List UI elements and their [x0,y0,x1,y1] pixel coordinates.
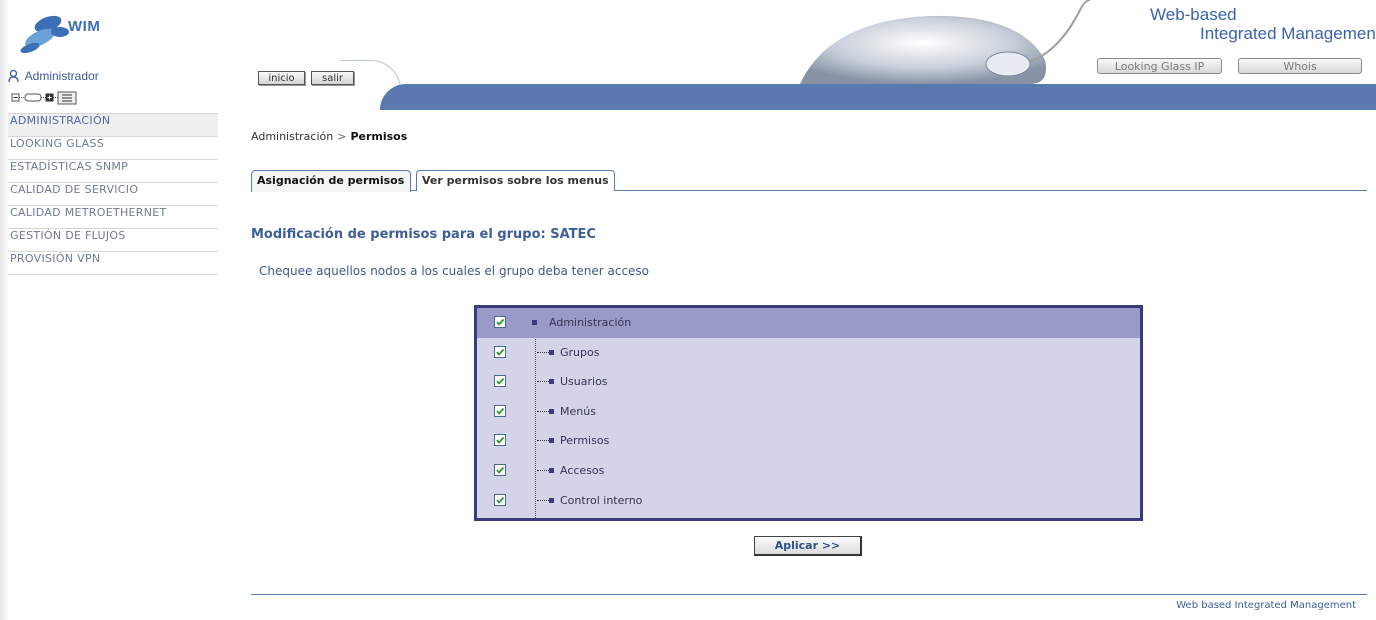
node-bullet-icon [532,320,537,325]
node-bullet-icon [549,349,554,355]
check-icon [496,407,505,415]
checkbox-administracion[interactable] [494,316,506,328]
node-bullet-icon [549,438,554,444]
permissions-tree: Administración Grupos Usuarios Menús Per… [474,305,1143,521]
tree-node: Control interno [477,486,1140,516]
node-label: Administración [549,316,632,329]
node-label: Accesos [560,463,605,477]
section-title: Modificación de permisos para el grupo: … [251,227,596,242]
check-icon [496,348,505,356]
mouse-graphic [800,0,1091,84]
salir-button[interactable]: salir [311,71,354,85]
tree-connector [537,381,549,383]
node-bullet-icon [549,408,554,414]
left-edge [0,0,8,620]
tree-node: Grupos [477,338,1140,368]
whois-button[interactable]: Whois [1238,58,1362,74]
breadcrumb-parent[interactable]: Administración [251,130,333,143]
tree-node: Accesos [477,456,1140,486]
tree-node: Usuarios [477,367,1140,397]
checkbox-menus[interactable] [494,404,506,417]
tree-node-root: Administración [477,308,1140,338]
sidebar-item-looking-glass[interactable]: LOOKING GLASS [8,137,218,160]
page: WIM Web-based Integrated Management Look… [0,0,1376,620]
check-icon [496,496,505,504]
inicio-button[interactable]: inicio [258,71,305,85]
checkbox-accesos[interactable] [494,463,506,476]
sidebar-item-provision-vpn[interactable]: PROVISIÓN VPN [8,252,218,275]
node-label: Menús [560,404,596,418]
check-icon [496,437,505,445]
checkbox-control-interno[interactable] [494,493,506,506]
breadcrumb: Administración > Permisos [251,130,407,143]
checkbox-permisos[interactable] [494,434,506,447]
tree-connector [537,410,549,412]
user-name: Administrador [24,69,99,83]
breadcrumb-separator: > [337,130,347,143]
checkbox-usuarios[interactable] [494,375,506,388]
brand-title-line1: Web-based [1150,5,1237,24]
tree-node: Menús [477,397,1140,427]
tree-node: Permisos [477,426,1140,456]
looking-glass-ip-button[interactable]: Looking Glass IP [1097,58,1222,74]
node-label: Usuarios [560,375,608,389]
footer-divider [251,594,1367,595]
breadcrumb-current: Permisos [350,130,408,143]
tree-connector [537,499,549,501]
apply-button[interactable]: Aplicar >> [754,536,862,556]
tab-ver-permisos-sobre-los-menus[interactable]: Ver permisos sobre los menus [416,170,615,191]
sidebar-item-calidad-de-servicio[interactable]: CALIDAD DE SERVICIO [8,183,218,206]
tree-connector [537,351,549,353]
tree-controls[interactable] [11,91,111,105]
node-label: Permisos [560,434,610,448]
user-info: Administrador [8,69,99,83]
sidebar-menu: ADMINISTRACIÓN LOOKING GLASS ESTADÍSTICA… [8,113,218,275]
tree-connector [537,440,549,442]
sidebar-item-administracion[interactable]: ADMINISTRACIÓN [8,113,218,137]
footer-text: Web based Integrated Management [1176,600,1356,611]
sidebar-item-calidad-metroethernet[interactable]: CALIDAD METROETHERNET [8,206,218,229]
node-bullet-icon [549,467,554,473]
node-bullet-icon [549,379,554,385]
brand-title-line2: Integrated Management [1200,24,1376,43]
checkbox-grupos[interactable] [494,345,506,358]
tab-asignacion-de-permisos[interactable]: Asignación de permisos [251,170,411,192]
sidebar-item-gestion-de-flujos[interactable]: GESTIÓN DE FLUJOS [8,229,218,252]
sidebar-item-estadisticas-snmp[interactable]: ESTADÍSTICAS SNMP [8,160,218,183]
tree-connector [537,469,549,471]
check-icon [496,466,505,474]
node-label: Control interno [560,493,643,507]
check-icon [496,378,505,386]
header-band [380,84,1376,110]
logo-text: WIM [68,18,101,35]
user-icon [8,70,19,82]
instruction-text: Chequee aquellos nodos a los cuales el g… [259,264,650,278]
node-label: Grupos [560,345,600,359]
node-bullet-icon [549,497,554,503]
check-icon [496,318,505,326]
